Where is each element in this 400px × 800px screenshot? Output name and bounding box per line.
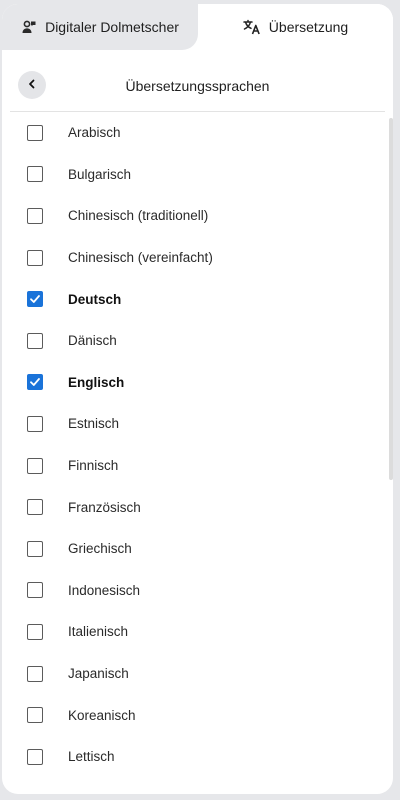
list-item[interactable]: Französisch [2,486,383,528]
list-item[interactable]: Englisch [2,362,383,404]
language-list: Arabisch Bulgarisch Chinesisch (traditione… [2,112,393,794]
language-label: Dänisch [68,333,117,349]
checkbox[interactable] [27,623,43,640]
checkbox[interactable] [27,249,43,266]
language-label: Griechisch [68,541,132,557]
list-item[interactable]: Lettisch [2,736,383,778]
list-item[interactable]: Finnisch [2,445,383,487]
language-label: Italienisch [68,624,129,640]
list-item[interactable]: Koreanisch [2,694,383,736]
checkbox[interactable] [27,124,43,141]
chevron-left-icon [27,76,37,94]
checkbox[interactable] [27,665,43,682]
language-label: Estnisch [68,416,120,432]
list-item[interactable]: Japanisch [2,653,383,695]
language-label: Französisch [68,499,141,515]
language-label: Lettisch [68,749,115,765]
translate-icon [243,19,261,35]
language-label: Englisch [68,374,125,390]
list-item[interactable]: Arabisch [2,112,383,154]
checkmark-icon [30,378,40,387]
checkbox-checked[interactable] [27,291,43,308]
list-item[interactable]: Dänisch [2,320,383,362]
checkbox[interactable] [27,707,43,724]
tab-bar: Digitaler Dolmetscher Übersetzung [2,4,393,50]
list-item[interactable]: Italienisch [2,611,383,653]
language-label: Japanisch [68,666,129,682]
checkbox[interactable] [27,582,43,599]
language-label: Chinesisch (traditionell) [68,208,209,224]
language-label: Arabisch [68,125,121,141]
list-item[interactable]: Deutsch [2,278,383,320]
translation-panel: Digitaler Dolmetscher Übersetzung Überse… [2,4,393,794]
list-item[interactable]: Chinesisch (vereinfacht) [2,237,383,279]
checkbox[interactable] [27,748,43,765]
checkbox[interactable] [27,457,43,474]
back-button[interactable] [18,71,46,99]
tab-translation[interactable]: Übersetzung [198,4,393,50]
checkbox[interactable] [27,499,43,516]
tab-translation-label: Übersetzung [268,19,349,35]
language-label: Chinesisch (vereinfacht) [68,250,213,266]
language-label: Indonesisch [68,582,141,598]
language-label: Bulgarisch [68,166,132,182]
language-label: Finnisch [68,458,119,474]
language-label: Koreanisch [68,707,136,723]
checkmark-icon [30,295,40,304]
languages-header: Übersetzungssprachen [10,50,385,112]
checkbox[interactable] [27,166,43,183]
list-item[interactable]: Estnisch [2,403,383,445]
language-label: Deutsch [68,291,122,307]
people-chat-icon [21,19,37,35]
list-item[interactable]: Indonesisch [2,570,383,612]
list-item[interactable]: Chinesisch (traditionell) [2,195,383,237]
checkbox[interactable] [27,207,43,224]
page-title: Übersetzungssprachen [125,77,270,94]
checkbox[interactable] [27,332,43,349]
scrollbar[interactable] [389,118,393,480]
checkbox[interactable] [27,415,43,432]
tab-digital-interpreter[interactable]: Digitaler Dolmetscher [2,4,198,50]
checkbox[interactable] [27,540,43,557]
checkbox-checked[interactable] [27,374,43,391]
tab-digital-interpreter-label: Digitaler Dolmetscher [45,19,179,35]
list-item[interactable]: Bulgarisch [2,154,383,196]
list-item[interactable]: Griechisch [2,528,383,570]
